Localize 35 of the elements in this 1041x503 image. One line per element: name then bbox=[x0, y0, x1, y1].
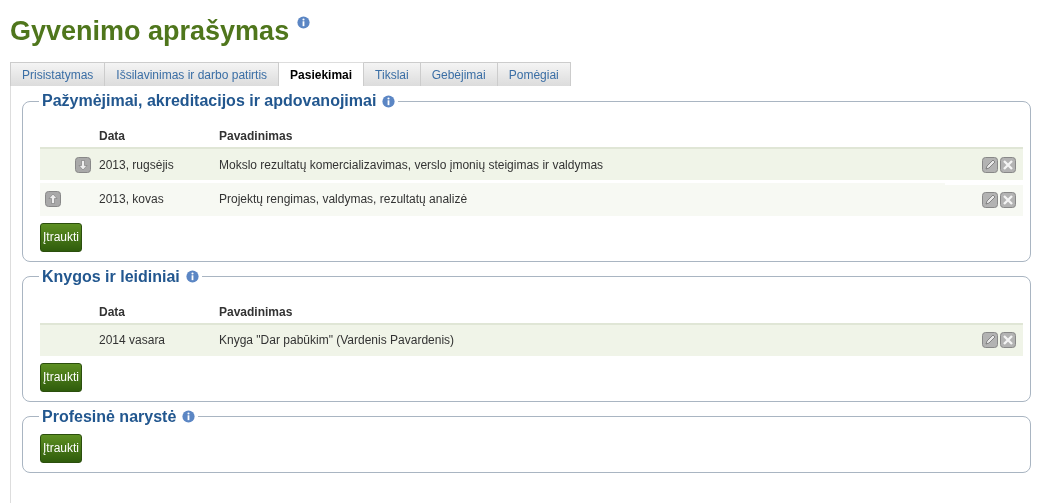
delete-button[interactable] bbox=[1000, 332, 1016, 348]
tab[interactable]: Pomėgiai bbox=[497, 62, 571, 86]
move-up-button[interactable] bbox=[45, 191, 61, 208]
table-cell: 2013, kovas bbox=[99, 192, 164, 207]
info-icon[interactable] bbox=[185, 270, 199, 283]
edit-button[interactable] bbox=[982, 192, 998, 208]
column-header: Pavadinimas bbox=[219, 304, 293, 319]
info-icon[interactable] bbox=[382, 94, 396, 108]
tab[interactable]: Išsilavinimas ir darbo patirtis bbox=[105, 62, 280, 86]
tab[interactable]: Gebėjimai bbox=[420, 62, 498, 86]
tab[interactable]: Pasiekimai bbox=[279, 62, 365, 86]
table-cell: Projektų rengimas, valdymas, rezultatų analizė bbox=[219, 192, 468, 207]
page-title: Gyvenimo aprašymas bbox=[10, 16, 290, 47]
info-icon[interactable] bbox=[182, 410, 196, 423]
tab[interactable]: Tikslai bbox=[364, 62, 421, 86]
table-cell: Mokslo rezultatų komercializavimas, verslo įmonių steigimas ir valdymas bbox=[219, 157, 604, 172]
add-button[interactable]: Įtraukti bbox=[40, 222, 82, 252]
tab[interactable]: Prisistatymas bbox=[11, 62, 106, 86]
column-header: Data bbox=[99, 304, 125, 319]
delete-button[interactable] bbox=[1000, 156, 1016, 173]
add-button[interactable]: Įtraukti bbox=[40, 433, 82, 463]
table-cell: Knyga "Dar pabūkim" (Vardenis Pavardenis) bbox=[219, 333, 455, 347]
section-title: Profesinė narystė bbox=[42, 407, 177, 426]
edit-button[interactable] bbox=[982, 156, 998, 173]
column-header: Data bbox=[99, 129, 125, 143]
table-cell: 2013, rugsėjis bbox=[99, 157, 174, 172]
edit-button[interactable] bbox=[982, 332, 998, 348]
column-header: Pavadinimas bbox=[219, 129, 293, 143]
info-icon[interactable] bbox=[297, 16, 311, 29]
add-button[interactable]: Įtraukti bbox=[40, 362, 82, 392]
table-cell: 2014 vasara bbox=[99, 333, 166, 347]
section-title: Knygos ir leidiniai bbox=[42, 267, 180, 286]
section-title: Pažymėjimai, akreditacijos ir apdovanojimai bbox=[42, 92, 377, 110]
delete-button[interactable] bbox=[1000, 192, 1016, 208]
move-down-button[interactable] bbox=[75, 156, 91, 173]
